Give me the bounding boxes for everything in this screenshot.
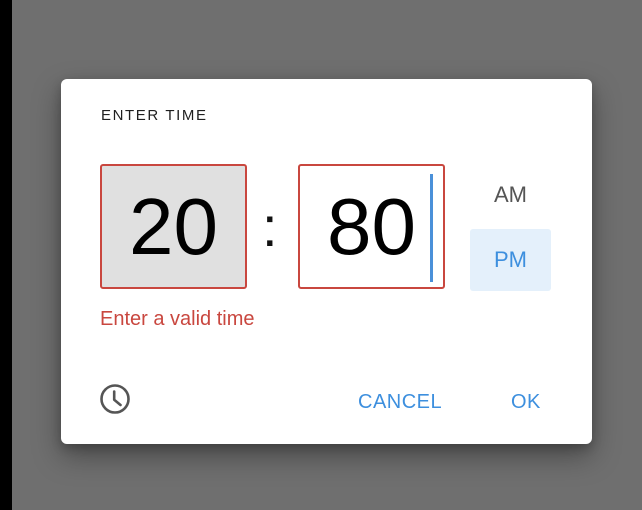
pm-label: PM bbox=[494, 247, 527, 272]
input-mode-toggle[interactable] bbox=[98, 383, 132, 420]
time-picker-dialog: ENTER TIME 20 : 80 AM PM Enter a valid t… bbox=[61, 79, 592, 444]
minute-value: 80 bbox=[327, 181, 416, 271]
ok-button[interactable]: OK bbox=[511, 382, 541, 422]
text-cursor bbox=[430, 174, 433, 282]
error-message: Enter a valid time bbox=[100, 308, 255, 330]
ok-button-label: OK bbox=[511, 390, 541, 413]
hour-value: 20 bbox=[129, 181, 218, 271]
time-separator: : bbox=[262, 195, 278, 258]
cancel-button[interactable]: CANCEL bbox=[358, 382, 442, 422]
pm-toggle[interactable]: PM bbox=[470, 229, 551, 291]
clock-icon bbox=[99, 383, 131, 420]
hour-input[interactable]: 20 bbox=[100, 164, 247, 289]
dialog-title: ENTER TIME bbox=[101, 107, 208, 124]
minute-input[interactable]: 80 bbox=[298, 164, 445, 289]
left-edge-strip bbox=[0, 0, 12, 510]
cancel-button-label: CANCEL bbox=[358, 390, 443, 413]
am-toggle[interactable]: AM bbox=[470, 164, 551, 226]
am-label: AM bbox=[494, 182, 527, 207]
